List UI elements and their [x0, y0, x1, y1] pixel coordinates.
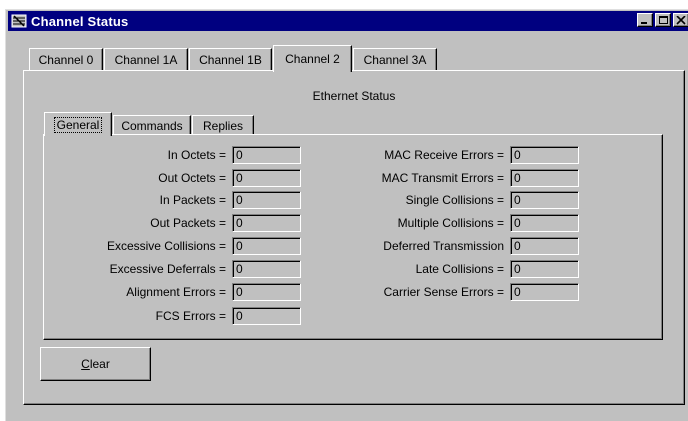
mac-receive-errors-field: 0: [510, 146, 579, 164]
clear-button[interactable]: Clear: [40, 347, 151, 381]
close-button[interactable]: [673, 13, 688, 27]
single-collisions-field: 0: [510, 191, 579, 209]
title-buttons: [637, 13, 688, 27]
out-packets-field: 0: [232, 214, 301, 232]
ethernet-status-title: Ethernet Status: [312, 89, 396, 103]
app-icon: [11, 13, 27, 29]
title-bar[interactable]: Channel Status: [8, 11, 688, 31]
tab-label: Channel 3A: [363, 52, 427, 67]
stat-label: Excessive Deferrals =: [109, 262, 226, 276]
stat-label: In Packets =: [159, 193, 226, 207]
stat-label: Single Collisions =: [405, 193, 504, 207]
tab-label: Channel 1B: [199, 52, 262, 67]
minimize-button[interactable]: [637, 13, 653, 27]
tab-channel-3a[interactable]: Channel 3A: [353, 48, 437, 70]
tab-general[interactable]: General: [44, 112, 112, 136]
multiple-collisions-field: 0: [510, 214, 579, 232]
stat-label: Late Collisions =: [415, 262, 504, 276]
stat-label: FCS Errors =: [155, 309, 226, 323]
tab-replies[interactable]: Replies: [192, 115, 254, 135]
tab-channel-1a[interactable]: Channel 1A: [104, 48, 188, 70]
tab-channel-0[interactable]: Channel 0: [29, 48, 103, 70]
deferred-transmission-field: 0: [510, 237, 579, 255]
stat-label: Excessive Collisions =: [106, 239, 226, 253]
tab-label: Channel 0: [38, 52, 94, 67]
fcs-errors-field: 0: [232, 307, 301, 325]
tab-channel-2[interactable]: Channel 2: [273, 45, 352, 72]
out-octets-field: 0: [232, 169, 301, 187]
stat-label: MAC Transmit Errors =: [381, 171, 504, 185]
tab-label: General: [53, 116, 103, 133]
stat-label: Alignment Errors =: [126, 285, 226, 299]
excessive-deferrals-field: 0: [232, 260, 301, 278]
tab-commands[interactable]: Commands: [113, 115, 191, 135]
carrier-sense-errors-field: 0: [510, 283, 579, 301]
stat-label: MAC Receive Errors =: [384, 148, 504, 162]
tab-channel-1b[interactable]: Channel 1B: [189, 48, 272, 70]
window-title: Channel Status: [31, 13, 129, 29]
stat-label: Out Packets =: [150, 216, 226, 230]
tab-label: Channel 2: [285, 52, 340, 66]
in-octets-field: 0: [232, 146, 301, 164]
excessive-collisions-field: 0: [232, 237, 301, 255]
tab-label: Commands: [121, 118, 183, 133]
tab-label: Replies: [202, 118, 244, 133]
stat-label: Deferred Transmission: [383, 239, 504, 253]
clear-label: lear: [89, 357, 110, 371]
maximize-button[interactable]: [655, 13, 671, 27]
tab-label: Channel 1A: [114, 52, 178, 67]
mac-transmit-errors-field: 0: [510, 169, 579, 187]
stat-label: In Octets =: [167, 148, 226, 162]
stat-label: Carrier Sense Errors =: [383, 285, 504, 299]
clear-mnemonic: C: [81, 357, 90, 371]
stat-label: Out Octets =: [158, 171, 226, 185]
late-collisions-field: 0: [510, 260, 579, 278]
alignment-errors-field: 0: [232, 283, 301, 301]
in-packets-field: 0: [232, 191, 301, 209]
stat-label: Multiple Collisions =: [397, 216, 504, 230]
